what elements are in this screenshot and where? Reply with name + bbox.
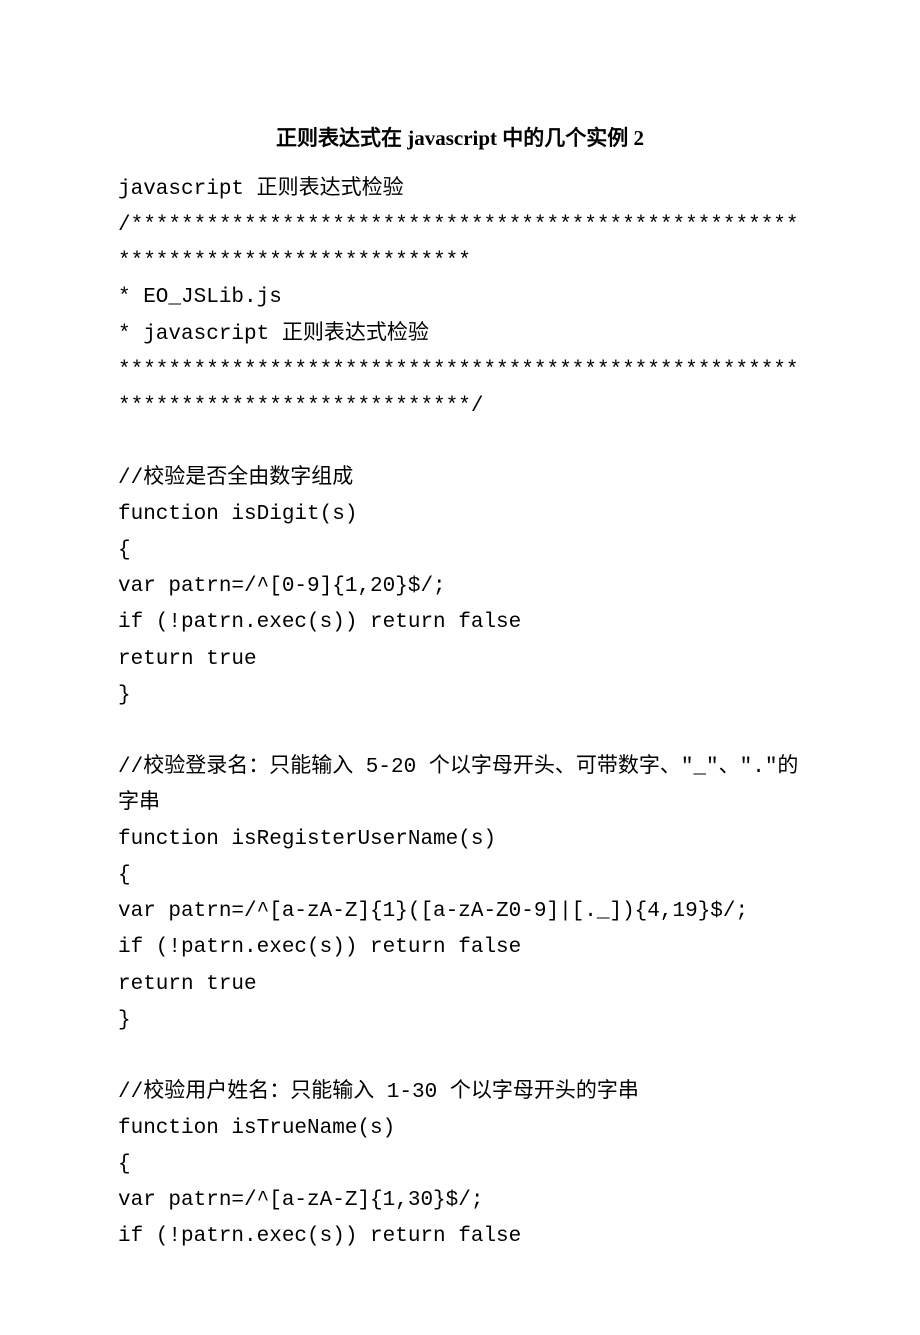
code-line: if (!patrn.exec(s)) return false — [118, 930, 802, 966]
code-line — [118, 425, 802, 461]
code-line — [118, 714, 802, 750]
code-line: * javascript 正则表达式检验 — [118, 317, 802, 353]
code-line: return true — [118, 967, 802, 1003]
code-line: /***************************************… — [118, 208, 802, 280]
code-line: if (!patrn.exec(s)) return false — [118, 605, 802, 641]
code-line: return true — [118, 642, 802, 678]
page-title: 正则表达式在 javascript 中的几个实例 2 — [118, 120, 802, 156]
code-line: function isRegisterUserName(s) — [118, 822, 802, 858]
code-line: javascript 正则表达式检验 — [118, 172, 802, 208]
code-line: var patrn=/^[a-zA-Z]{1}([a-zA-Z0-9]|[._]… — [118, 894, 802, 930]
code-line: ****************************************… — [118, 353, 802, 425]
code-line: } — [118, 678, 802, 714]
code-line: { — [118, 858, 802, 894]
document-page: 正则表达式在 javascript 中的几个实例 2 javascript 正则… — [0, 0, 920, 1335]
code-line — [118, 1039, 802, 1075]
code-line: var patrn=/^[0-9]{1,20}$/; — [118, 569, 802, 605]
code-line: function isDigit(s) — [118, 497, 802, 533]
code-line: var patrn=/^[a-zA-Z]{1,30}$/; — [118, 1183, 802, 1219]
code-line: function isTrueName(s) — [118, 1111, 802, 1147]
document-body: javascript 正则表达式检验/*********************… — [118, 172, 802, 1255]
code-line: { — [118, 1147, 802, 1183]
code-line: * EO_JSLib.js — [118, 280, 802, 316]
code-line: } — [118, 1003, 802, 1039]
code-line: //校验登录名：只能输入 5-20 个以字母开头、可带数字、"_"、"."的字串 — [118, 750, 802, 822]
code-line: if (!patrn.exec(s)) return false — [118, 1219, 802, 1255]
code-line: //校验用户姓名：只能输入 1-30 个以字母开头的字串 — [118, 1075, 802, 1111]
code-line: { — [118, 533, 802, 569]
code-line: //校验是否全由数字组成 — [118, 461, 802, 497]
